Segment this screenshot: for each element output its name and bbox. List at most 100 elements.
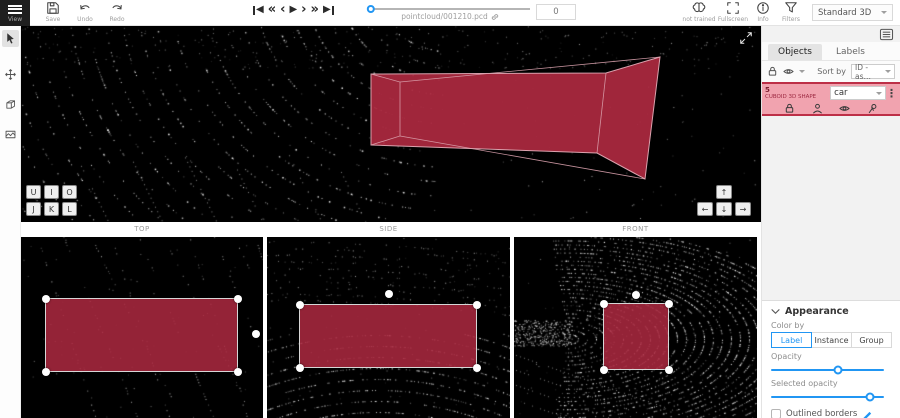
appearance-header[interactable]: Appearance [771,306,892,317]
expand-view-icon[interactable] [739,30,753,44]
object-menu-icon[interactable]: ⋮ [886,88,897,99]
rotate-handle[interactable] [385,290,393,298]
selected-opacity-slider[interactable] [771,392,892,402]
resize-handle[interactable] [42,368,50,376]
person-icon[interactable] [812,103,823,114]
cuboid-tool[interactable] [2,96,19,113]
resize-handle[interactable] [296,301,304,309]
rotate-handle[interactable] [632,291,640,299]
object-row-car[interactable]: 5 CUBOID 3D SHAPE car ⋮ [762,82,900,116]
opacity-slider-handle[interactable] [833,366,842,375]
key-k[interactable]: K [44,202,59,216]
skip-to-start-button[interactable]: ◀ [253,2,264,18]
resize-handle[interactable] [234,295,242,303]
undo-icon [78,1,92,15]
key-arrow-down[interactable]: ↓ [716,202,732,216]
edit-pencil-icon[interactable] [862,409,872,418]
play-button[interactable]: ▶ [289,2,297,18]
resize-handle[interactable] [665,300,673,308]
undo-button[interactable]: Undo [70,1,100,25]
image-frame-tool[interactable] [2,126,19,143]
previous-frame-button[interactable]: ‹ [280,2,285,18]
brain-icon [691,1,707,15]
front-projection-view[interactable] [514,237,757,418]
filter-icon [784,1,798,15]
outlined-borders-checkbox[interactable] [771,409,781,418]
key-arrow-up[interactable]: ↑ [716,185,732,199]
fast-forward-button[interactable]: » [311,2,319,18]
color-by-instance-button[interactable]: Instance [811,332,852,348]
resize-handle[interactable] [473,301,481,309]
tools-sidebar [0,26,21,418]
lock-all-icon[interactable] [767,66,778,77]
color-by-label-button[interactable]: Label [771,332,812,348]
info-icon [756,1,770,15]
rotate-handle[interactable] [252,330,260,338]
file-name: pointcloud/001210.pcd [370,12,530,21]
layout-settings-icon[interactable] [879,28,894,41]
color-by-group: Label Instance Group [771,332,892,348]
eye-icon[interactable] [839,103,850,114]
annotation-rect-side[interactable] [299,304,477,368]
sort-by-label: Sort by [817,67,846,76]
link-icon[interactable] [491,13,499,21]
resize-handle[interactable] [42,295,50,303]
key-i[interactable]: I [44,185,59,199]
frame-number-input[interactable] [536,4,576,20]
select-tool[interactable] [2,30,19,47]
class-select[interactable]: car [830,86,886,100]
pin-icon[interactable] [867,103,878,114]
key-j[interactable]: J [26,202,41,216]
resize-handle[interactable] [473,364,481,372]
selected-opacity-slider-handle[interactable] [866,393,875,402]
resize-handle[interactable] [234,368,242,376]
main-menu-button[interactable]: View [0,0,30,26]
redo-button[interactable]: Redo [102,1,132,25]
annotation-rect-top[interactable] [45,298,238,372]
panel-tabs: Objects Labels [762,42,900,61]
resize-handle[interactable] [665,366,673,374]
resize-handle[interactable] [600,300,608,308]
tab-objects[interactable]: Objects [768,44,822,60]
key-arrow-right[interactable]: → [735,202,751,216]
chevron-down-icon [876,92,882,98]
skip-to-end-button[interactable]: ▶ [323,2,334,18]
info-button[interactable]: Info [748,1,778,25]
filters-button[interactable]: Filters [776,1,806,25]
hamburger-icon [8,3,22,15]
car-cuboid-annotation[interactable] [21,26,761,222]
fast-rewind-button[interactable]: « [268,2,276,18]
annotation-rect-front[interactable] [603,303,669,370]
move-tool[interactable] [2,66,19,83]
key-l[interactable]: L [62,202,77,216]
view-mode-select[interactable]: Standard 3D [812,4,893,21]
resize-handle[interactable] [296,364,304,372]
side-projection-view[interactable] [267,237,510,418]
sort-select[interactable]: ID - as… [851,64,895,79]
opacity-slider[interactable] [771,365,892,375]
key-u[interactable]: U [26,185,41,199]
color-by-group-button[interactable]: Group [851,332,892,348]
visibility-all-icon[interactable] [783,66,794,77]
timeline-slider[interactable] [370,8,530,10]
main-3d-viewport[interactable]: U I O J K L ↑ ← ↓ → [21,26,761,222]
expand-all-icon[interactable] [799,70,805,76]
collapse-icon [771,308,780,315]
top-projection-view[interactable] [21,237,263,418]
resize-handle[interactable] [600,366,608,374]
next-frame-button[interactable]: › [301,2,306,18]
selected-opacity-label: Selected opacity [771,379,892,388]
cursor-icon [4,32,17,45]
tab-labels[interactable]: Labels [826,44,875,60]
arrow-keypad: ↑ ← ↓ → [697,185,751,216]
projection-labels: TOP SIDE FRONT [21,222,757,237]
objects-panel: Objects Labels Sort by ID - as… 5 CUBOID… [761,26,900,418]
nav-keypad: U I O J K L [26,185,77,216]
key-arrow-left[interactable]: ← [697,202,713,216]
key-o[interactable]: O [62,185,77,199]
fullscreen-button[interactable]: Fullscreen [718,1,748,25]
ai-model-button[interactable]: not trained [682,1,716,25]
save-button[interactable]: Save [38,1,68,25]
lock-icon[interactable] [784,103,795,114]
cuboid-icon [4,98,17,111]
